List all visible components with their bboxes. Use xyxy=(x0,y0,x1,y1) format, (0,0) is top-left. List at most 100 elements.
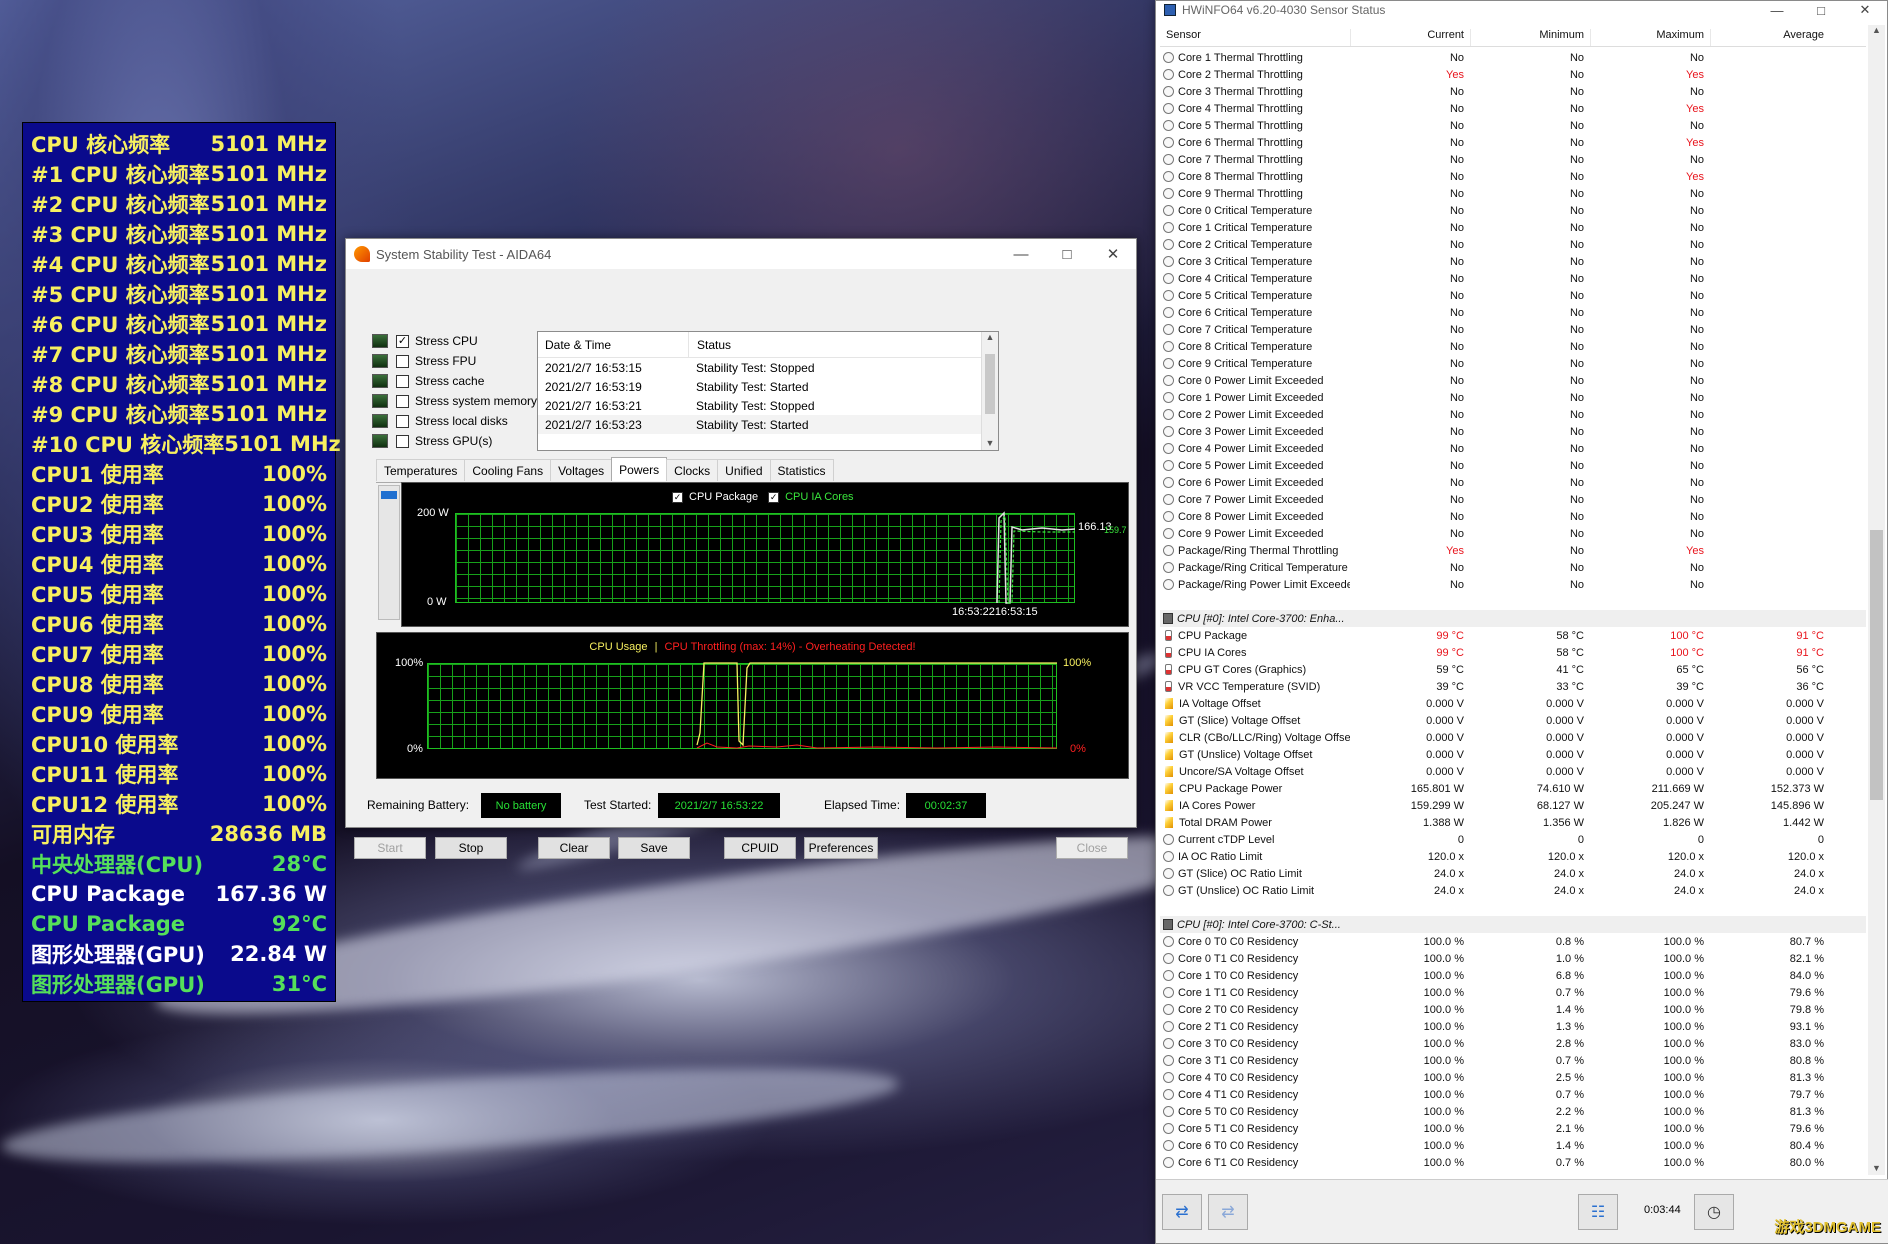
sensor-row[interactable]: CPU IA Cores 99 °C 58 °C 100 °C 91 °C xyxy=(1160,644,1866,661)
stress-option[interactable]: ✓ Stress CPU xyxy=(372,331,478,351)
sensor-row[interactable]: Core 0 Critical Temperature No No No xyxy=(1160,202,1866,219)
sensor-row[interactable]: Core 4 Critical Temperature No No No xyxy=(1160,270,1866,287)
stress-option[interactable]: Stress cache xyxy=(372,371,484,391)
sensor-row[interactable]: Core 2 T1 C0 Residency 100.0 % 1.3 % 100.0 … xyxy=(1160,1018,1866,1035)
sensor-row[interactable]: Core 2 T0 C0 Residency 100.0 % 1.4 % 100.0 … xyxy=(1160,1001,1866,1018)
sensor-row[interactable]: GT (Slice) OC Ratio Limit 24.0 x 24.0 x 24.… xyxy=(1160,865,1866,882)
stress-option[interactable]: Stress GPU(s) xyxy=(372,431,492,451)
close-button[interactable]: Close xyxy=(1056,837,1128,859)
hw-close-icon[interactable]: ✕ xyxy=(1843,1,1887,19)
save-button[interactable]: Save xyxy=(618,837,690,859)
tab-voltages[interactable]: Voltages xyxy=(550,459,613,481)
aida-titlebar[interactable]: System Stability Test - AIDA64 — □ ✕ xyxy=(346,239,1136,269)
sensor-row[interactable]: Core 9 Critical Temperature No No No xyxy=(1160,355,1866,372)
sensor-row[interactable]: Package/Ring Critical Temperature No No No xyxy=(1160,559,1866,576)
stop-button[interactable]: Stop xyxy=(435,837,507,859)
log-header-status[interactable]: Status xyxy=(688,332,731,357)
cpuid-button[interactable]: CPUID xyxy=(724,837,796,859)
stress-checkbox[interactable] xyxy=(396,434,409,448)
sensor-row[interactable]: Core 3 Critical Temperature No No No xyxy=(1160,253,1866,270)
sensor-row[interactable]: Core 0 Power Limit Exceeded No No No xyxy=(1160,372,1866,389)
stress-option[interactable]: Stress FPU xyxy=(372,351,476,371)
sensor-row[interactable]: Total DRAM Power 1.388 W 1.356 W 1.826 W 1.4… xyxy=(1160,814,1866,831)
sensor-row[interactable]: Core 1 T0 C0 Residency 100.0 % 6.8 % 100.0 … xyxy=(1160,967,1866,984)
sensor-row[interactable]: Core 9 Power Limit Exceeded No No No xyxy=(1160,525,1866,542)
sensor-row[interactable]: Core 1 Critical Temperature No No No xyxy=(1160,219,1866,236)
sensor-row[interactable]: Core 3 Power Limit Exceeded No No No xyxy=(1160,423,1866,440)
sensor-row[interactable]: IA OC Ratio Limit 120.0 x 120.0 x 120.0 x 12… xyxy=(1160,848,1866,865)
clock-icon[interactable]: ◷ xyxy=(1694,1194,1734,1230)
sensor-row[interactable]: Core 5 Critical Temperature No No No xyxy=(1160,287,1866,304)
sensor-row[interactable]: Core 2 Thermal Throttling Yes No Yes xyxy=(1160,66,1866,83)
sensor-row[interactable]: Core 3 Thermal Throttling No No No xyxy=(1160,83,1866,100)
preferences-button[interactable]: Preferences xyxy=(804,837,878,859)
sensor-row[interactable]: IA Voltage Offset 0.000 V 0.000 V 0.000 V 0.… xyxy=(1160,695,1866,712)
sensor-row[interactable]: GT (Slice) Voltage Offset 0.000 V 0.000 V 0… xyxy=(1160,712,1866,729)
sensor-row[interactable]: CPU Package Power 165.801 W 74.610 W 211.66… xyxy=(1160,780,1866,797)
nav-arrows-dim-icon[interactable]: ⇄ xyxy=(1208,1194,1248,1230)
sensor-row[interactable]: Core 6 Power Limit Exceeded No No No xyxy=(1160,474,1866,491)
sensor-row[interactable]: CPU [#0]: Intel Core-3700: Enha... xyxy=(1160,610,1866,627)
tab-statistics[interactable]: Statistics xyxy=(769,459,834,481)
tab-cooling-fans[interactable]: Cooling Fans xyxy=(464,459,552,481)
sensor-row[interactable]: CLR (CBo/LLC/Ring) Voltage Offset 0.000 V… xyxy=(1160,729,1866,746)
sensor-row[interactable]: CPU Package 99 °C 58 °C 100 °C 91 °C xyxy=(1160,627,1866,644)
nav-arrows-icon[interactable]: ⇄ xyxy=(1162,1194,1202,1230)
sensor-row[interactable]: Uncore/SA Voltage Offset 0.000 V 0.000 V 0.… xyxy=(1160,763,1866,780)
sensor-row[interactable]: Core 1 T1 C0 Residency 100.0 % 0.7 % 100.0 … xyxy=(1160,984,1866,1001)
sensor-row[interactable]: Core 6 Critical Temperature No No No xyxy=(1160,304,1866,321)
sensor-row[interactable]: Core 9 Thermal Throttling No No No xyxy=(1160,185,1866,202)
sensor-row[interactable]: Core 4 T1 C0 Residency 100.0 % 0.7 % 100.0 … xyxy=(1160,1086,1866,1103)
sensor-row[interactable]: Core 4 T0 C0 Residency 100.0 % 2.5 % 100.0 … xyxy=(1160,1069,1866,1086)
stress-checkbox[interactable] xyxy=(396,354,409,368)
start-button[interactable]: Start xyxy=(354,837,426,859)
sensor-row[interactable]: Core 7 Critical Temperature No No No xyxy=(1160,321,1866,338)
network-icon[interactable]: ☷ xyxy=(1578,1194,1618,1230)
close-icon[interactable]: ✕ xyxy=(1090,239,1136,269)
sensor-row[interactable]: Core 3 T1 C0 Residency 100.0 % 0.7 % 100.0 … xyxy=(1160,1052,1866,1069)
sensor-row[interactable]: Core 7 Thermal Throttling No No No xyxy=(1160,151,1866,168)
sensor-row[interactable]: Core 8 Critical Temperature No No No xyxy=(1160,338,1866,355)
sensor-row[interactable]: Core 8 Thermal Throttling No No Yes xyxy=(1160,168,1866,185)
sensor-row[interactable]: Core 7 Power Limit Exceeded No No No xyxy=(1160,491,1866,508)
sensor-row[interactable]: Core 5 T0 C0 Residency 100.0 % 2.2 % 100.0 … xyxy=(1160,1103,1866,1120)
sensor-row[interactable]: Core 0 T1 C0 Residency 100.0 % 1.0 % 100.0 … xyxy=(1160,950,1866,967)
log-row[interactable]: 2021/2/7 16:53:19 Stability Test: Started xyxy=(538,377,998,396)
maximize-button[interactable]: □ xyxy=(1044,239,1090,269)
tab-temperatures[interactable]: Temperatures xyxy=(376,459,466,481)
sensor-row[interactable] xyxy=(1160,899,1866,916)
log-row[interactable]: 2021/2/7 16:53:21 Stability Test: Stopped xyxy=(538,396,998,415)
sensor-row[interactable]: Core 4 Thermal Throttling No No Yes xyxy=(1160,100,1866,117)
sensor-row[interactable]: Package/Ring Power Limit Exceeded No No No xyxy=(1160,576,1866,593)
sensor-row[interactable]: Core 8 Power Limit Exceeded No No No xyxy=(1160,508,1866,525)
log-row[interactable]: 2021/2/7 16:53:23 Stability Test: Started xyxy=(538,415,998,434)
sensor-row[interactable]: Core 3 T0 C0 Residency 100.0 % 2.8 % 100.0 … xyxy=(1160,1035,1866,1052)
event-log[interactable]: Date & Time Status 2021/2/7 16:53:15 Stabi… xyxy=(537,331,999,451)
sensor-row[interactable]: Package/Ring Thermal Throttling Yes No Yes xyxy=(1160,542,1866,559)
sensor-row[interactable]: CPU GT Cores (Graphics) 59 °C 41 °C 65 °C 56… xyxy=(1160,661,1866,678)
stress-checkbox[interactable] xyxy=(396,374,409,388)
sensor-row[interactable]: Core 5 T1 C0 Residency 100.0 % 2.1 % 100.0 … xyxy=(1160,1120,1866,1137)
log-row[interactable]: 2021/2/7 16:53:15 Stability Test: Stopped xyxy=(538,358,998,377)
stress-option[interactable]: Stress local disks xyxy=(372,411,508,431)
sensor-row[interactable]: Core 2 Power Limit Exceeded No No No xyxy=(1160,406,1866,423)
sensor-row[interactable] xyxy=(1160,593,1866,610)
sensor-row[interactable]: GT (Unslice) Voltage Offset 0.000 V 0.000 … xyxy=(1160,746,1866,763)
sensor-row[interactable]: Core 2 Critical Temperature No No No xyxy=(1160,236,1866,253)
stress-checkbox[interactable] xyxy=(396,414,409,428)
tab-unified[interactable]: Unified xyxy=(717,459,771,481)
sensor-row[interactable]: Core 5 Thermal Throttling No No No xyxy=(1160,117,1866,134)
sensor-row[interactable]: CPU [#0]: Intel Core-3700: C-St... xyxy=(1160,916,1866,933)
sensor-row[interactable]: IA Cores Power 159.299 W 68.127 W 205.247 W… xyxy=(1160,797,1866,814)
log-scrollbar[interactable]: ▲ ▼ xyxy=(981,332,998,450)
sensor-row[interactable]: Core 6 T0 C0 Residency 100.0 % 1.4 % 100.0 … xyxy=(1160,1137,1866,1154)
sensor-row[interactable]: Core 6 Thermal Throttling No No Yes xyxy=(1160,134,1866,151)
sensor-row[interactable]: Current cTDP Level 0 0 0 0 xyxy=(1160,831,1866,848)
sensor-scrollbar[interactable]: ▲ ▼ xyxy=(1868,25,1885,1175)
sensor-row[interactable]: Core 4 Power Limit Exceeded No No No xyxy=(1160,440,1866,457)
sensor-row[interactable]: Core 1 Thermal Throttling No No No xyxy=(1160,49,1866,66)
hw-maximize-button[interactable]: □ xyxy=(1799,1,1843,19)
sensor-row[interactable]: VR VCC Temperature (SVID) 39 °C 33 °C 39 °C… xyxy=(1160,678,1866,695)
stress-option[interactable]: Stress system memory xyxy=(372,391,537,411)
chart-selector[interactable] xyxy=(378,485,400,620)
